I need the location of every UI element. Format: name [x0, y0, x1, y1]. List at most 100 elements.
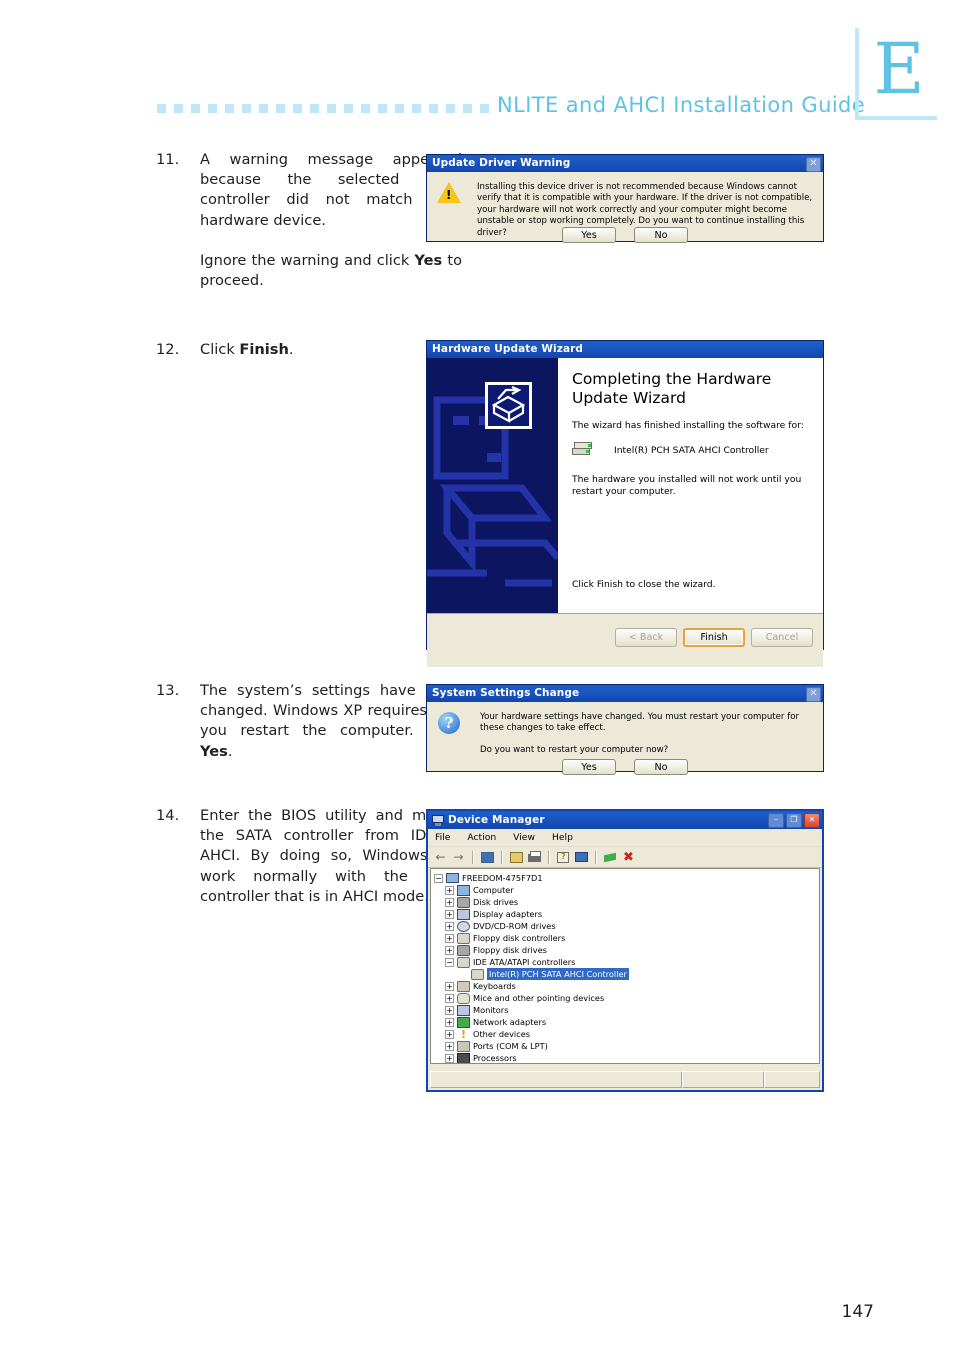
expand-icon[interactable]: + [445, 1041, 454, 1051]
yes-button[interactable]: Yes [562, 227, 616, 243]
tree-item[interactable]: + Network adapters [434, 1016, 819, 1028]
tree-item[interactable]: + Floppy disk drives [434, 944, 819, 956]
step-11-paragraph-1: A warning message appeared because the s… [200, 151, 462, 229]
tree-item[interactable]: + Monitors [434, 1004, 819, 1016]
toolbar-separator [472, 850, 474, 864]
status-pane-tertiary [764, 1071, 820, 1088]
tree-item-label: Monitors [473, 1005, 509, 1015]
tree-item-label: Other devices [473, 1029, 531, 1039]
no-button[interactable]: No [634, 227, 688, 243]
wizard-body: Completing the Hardware Update Wizard Th… [427, 358, 823, 613]
menu-help[interactable]: Help [549, 832, 576, 843]
step-13-paragraph-1: The system’s settings have been changed.… [200, 682, 462, 760]
wizard-sidebar-artwork [427, 358, 558, 613]
network-adapter-icon [457, 1016, 470, 1028]
back-arrow-icon[interactable]: ← [433, 850, 448, 865]
collapse-icon[interactable]: − [445, 957, 454, 967]
update-driver-icon[interactable] [574, 850, 589, 865]
cancel-button[interactable]: Cancel [751, 628, 813, 647]
expand-icon[interactable]: + [445, 909, 454, 919]
step-12-paragraph-1: Click Finish. [200, 341, 294, 358]
tree-item[interactable]: + DVD/CD-ROM drives [434, 920, 819, 932]
device-manager-toolbar: ← → ✖ [428, 847, 822, 868]
expand-icon[interactable]: + [445, 897, 454, 907]
system-dialog-line-2: Do you want to restart your computer now… [480, 744, 669, 755]
help-properties-icon[interactable] [556, 850, 571, 865]
step-11-number: 11. [156, 151, 180, 168]
step-14-number: 14. [156, 807, 180, 824]
tree-item[interactable]: + Keyboards [434, 980, 819, 992]
close-icon[interactable]: ✕ [806, 687, 821, 702]
properties-icon[interactable] [509, 850, 524, 865]
expand-icon[interactable]: + [445, 933, 454, 943]
tree-item[interactable]: Intel(R) PCH SATA AHCI Controller [434, 968, 819, 980]
collapse-icon[interactable]: − [434, 873, 443, 883]
status-pane-main [430, 1071, 682, 1088]
device-tree[interactable]: − FREEDOM-475F7D1 + Computer + Disk drives +… [430, 868, 820, 1064]
expand-icon[interactable]: + [445, 1029, 454, 1039]
tree-item[interactable]: − IDE ATA/ATAPI controllers [434, 956, 819, 968]
expand-icon[interactable]: + [445, 1017, 454, 1027]
system-dialog-titlebar: System Settings Change ✕ [427, 685, 823, 702]
computer-root-icon [446, 873, 459, 883]
uninstall-device-icon[interactable]: ✖ [621, 850, 636, 865]
tree-item[interactable]: + Display adapters [434, 908, 819, 920]
status-pane-secondary [682, 1071, 764, 1088]
disable-device-icon[interactable] [603, 850, 618, 865]
mouse-icon [457, 992, 470, 1004]
expand-icon[interactable]: + [445, 981, 454, 991]
tree-item[interactable]: + Processors [434, 1052, 819, 1063]
scan-hardware-icon[interactable] [480, 850, 495, 865]
finish-emphasis: Finish [239, 341, 289, 358]
update-driver-warning-dialog: Update Driver Warning ✕ Installing this … [426, 154, 824, 243]
wizard-line-1: The wizard has finished installing the s… [572, 420, 804, 431]
header-title: NLITE and AHCI Installation Guide [497, 93, 866, 117]
print-icon[interactable] [527, 850, 542, 865]
disk-drive-icon [457, 896, 470, 908]
expand-icon[interactable]: + [445, 921, 454, 931]
cdrom-icon [457, 920, 470, 932]
system-dialog-title: System Settings Change [432, 687, 580, 699]
tree-root-label: FREEDOM-475F7D1 [462, 873, 543, 883]
finish-button[interactable]: Finish [683, 628, 745, 647]
tree-item[interactable]: + Floppy disk controllers [434, 932, 819, 944]
wizard-content: Completing the Hardware Update Wizard Th… [558, 358, 823, 613]
tree-item[interactable]: + Ports (COM & LPT) [434, 1040, 819, 1052]
device-manager-statusbar [430, 1071, 820, 1088]
menu-file[interactable]: File [432, 832, 453, 843]
no-button[interactable]: No [634, 759, 688, 775]
yes-button[interactable]: Yes [562, 759, 616, 775]
floppy-drive-icon [457, 944, 470, 956]
expand-icon[interactable]: + [445, 993, 454, 1003]
tree-item-label: Keyboards [473, 981, 516, 991]
wizard-heading: Completing the Hardware Update Wizard [572, 370, 772, 407]
tree-item-label: Intel(R) PCH SATA AHCI Controller [487, 968, 629, 980]
system-settings-change-dialog: System Settings Change ✕ ? Your hardware… [426, 684, 824, 775]
tree-item-label: DVD/CD-ROM drives [473, 921, 556, 931]
expand-icon[interactable]: + [445, 885, 454, 895]
maximize-icon[interactable]: ❐ [786, 813, 802, 828]
tree-item[interactable]: + Disk drives [434, 896, 819, 908]
wizard-title: Hardware Update Wizard [432, 343, 584, 355]
menu-action[interactable]: Action [464, 832, 499, 843]
expand-icon[interactable]: + [445, 945, 454, 955]
step-11-paragraph-2: Ignore the warning and click Yes to proc… [200, 251, 462, 290]
close-icon[interactable]: ✕ [804, 813, 820, 828]
forward-arrow-icon[interactable]: → [451, 850, 466, 865]
device-manager-menubar: File Action View Help [428, 829, 822, 847]
tree-item-label: Disk drives [473, 897, 519, 907]
tree-item[interactable]: + Computer [434, 884, 819, 896]
expand-icon[interactable]: + [445, 1053, 454, 1063]
expand-icon[interactable]: + [445, 1005, 454, 1015]
toolbar-separator [595, 850, 597, 864]
device-manager-titlebar: Device Manager – ❐ ✕ [428, 811, 822, 829]
tree-item[interactable]: +! Other devices [434, 1028, 819, 1040]
back-button[interactable]: < Back [615, 628, 677, 647]
dialog-title: Update Driver Warning [432, 157, 571, 169]
step-12: 12. Click Finish. [156, 340, 462, 360]
close-icon[interactable]: ✕ [806, 157, 821, 172]
minimize-icon[interactable]: – [768, 813, 784, 828]
tree-item[interactable]: + Mice and other pointing devices [434, 992, 819, 1004]
tree-root-node[interactable]: − FREEDOM-475F7D1 [434, 872, 819, 884]
menu-view[interactable]: View [510, 832, 538, 843]
